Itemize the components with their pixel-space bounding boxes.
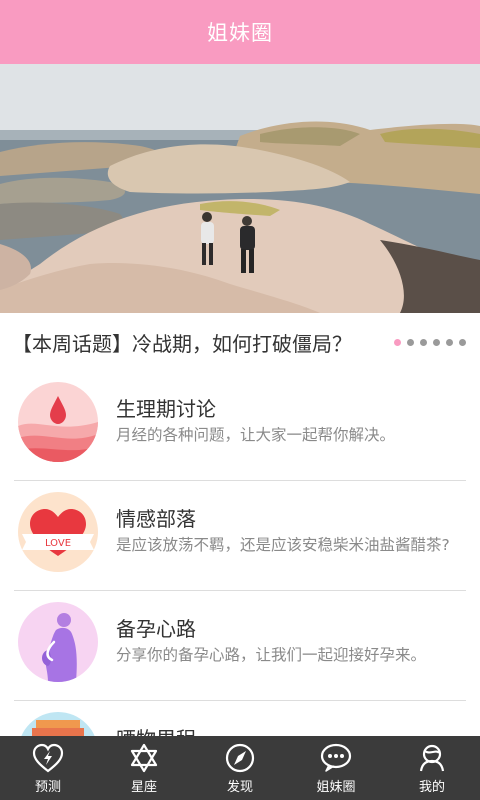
carousel-dot[interactable] (433, 339, 440, 346)
tab-constellation[interactable]: 星座 (96, 736, 192, 800)
carousel-dot[interactable] (420, 339, 427, 346)
tab-label: 姐妹圈 (316, 780, 356, 795)
droplet-icon (18, 382, 98, 462)
list-item-period[interactable]: 生理期讨论 月经的各种问题，让大家一起帮你解决。 (14, 371, 466, 481)
tab-label: 星座 (130, 780, 157, 795)
list-item-love[interactable]: LOVE 情感部落 是应该放荡不羁，还是应该安稳柴米油盐酱醋茶? (14, 481, 466, 591)
tab-discover[interactable]: 发现 (192, 736, 288, 800)
carousel-indicator (394, 339, 466, 346)
compass-icon (225, 743, 255, 773)
carousel-dot[interactable] (446, 339, 453, 346)
item-title: 生理期讨论 (116, 397, 216, 421)
topic-title: 【本周话题】冷战期，如何打破僵局？ (12, 331, 352, 356)
user-profile-icon (419, 744, 445, 772)
tab-label: 发现 (226, 780, 253, 795)
item-title: 备孕心路 (116, 617, 196, 641)
heart-bolt-icon (32, 743, 64, 773)
tab-label: 预测 (34, 780, 61, 795)
bottom-tab-bar: 预测 星座 发现 姐妹圈 我的 (0, 736, 480, 800)
tab-sisters[interactable]: 姐妹圈 (288, 736, 384, 800)
item-description: 是应该放荡不羁，还是应该安稳柴米油盐酱醋茶? (116, 536, 450, 554)
carousel-dot-active[interactable] (394, 339, 401, 346)
chat-bubble-icon (320, 743, 352, 772)
carousel-dot[interactable] (407, 339, 414, 346)
tab-label: 我的 (418, 780, 445, 795)
item-title: 情感部落 (116, 507, 196, 531)
item-description: 分享你的备孕心路，让我们一起迎接好孕来。 (116, 646, 427, 664)
tab-mine[interactable]: 我的 (384, 736, 480, 800)
app-header: 姐妹圈 (0, 0, 480, 64)
love-heart-icon: LOVE (18, 492, 98, 572)
weekly-topic[interactable]: 【本周话题】冷战期，如何打破僵局？ (0, 313, 480, 371)
list-item-pregnancy[interactable]: 备孕心路 分享你的备孕心路，让我们一起迎接好孕来。 (14, 591, 466, 701)
pregnant-woman-icon (18, 602, 98, 682)
page-title: 姐妹圈 (207, 21, 273, 45)
love-badge-text: LOVE (45, 538, 71, 549)
tab-predict[interactable]: 预测 (0, 736, 96, 800)
item-description: 月经的各种问题，让大家一起帮你解决。 (116, 426, 396, 444)
carousel-dot[interactable] (459, 339, 466, 346)
star-of-david-icon (130, 743, 158, 773)
banner-image[interactable] (0, 64, 480, 313)
